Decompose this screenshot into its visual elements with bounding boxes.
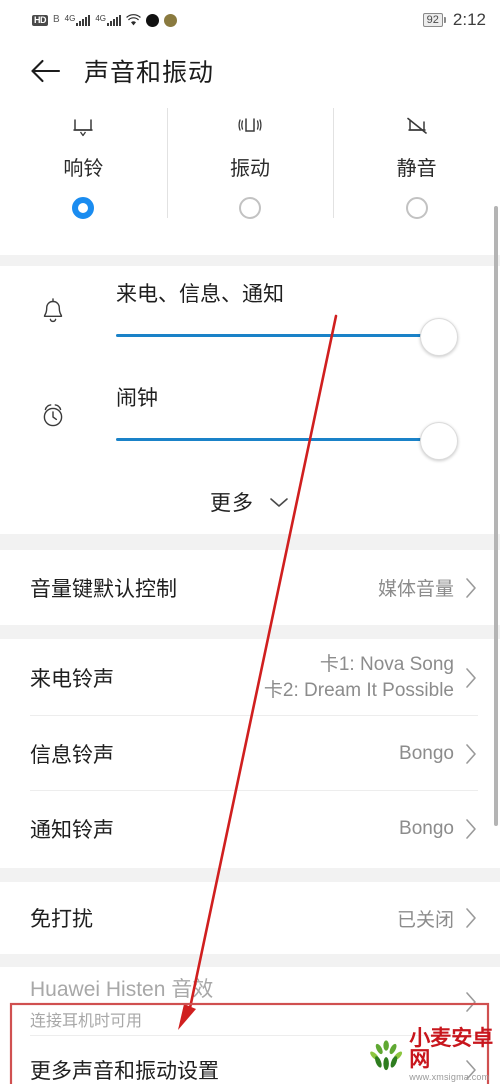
sim1-network-label: 4G (64, 13, 76, 23)
row-call-ringtone[interactable]: 来电铃声 卡1: Nova Song 卡2: Dream It Possible (0, 639, 500, 716)
app-icon (146, 13, 160, 27)
mode-radio-silent[interactable] (405, 197, 428, 219)
slider-label-alarm: 闹钟 (116, 387, 158, 410)
row-volume-key-control[interactable]: 音量键默认控制 媒体音量 (0, 550, 500, 625)
mode-label-silent: 静音 (396, 158, 437, 180)
phone-screen: HD B 4G 4G 92 2:12 声音和振动 响铃 振动 静音 来电、信息、… (0, 0, 500, 1084)
row-value-sim2: 卡2: Dream It Possible (263, 679, 454, 701)
watermark-url: www.xmsigma.com (409, 1072, 490, 1082)
row-subtitle: 连接耳机时可用 (30, 1012, 143, 1030)
chevron-right-icon (466, 991, 476, 1012)
row-value: Bongo (399, 817, 454, 839)
list-group-volume-key: 音量键默认控制 媒体音量 (0, 550, 500, 625)
watermark-text: 小麦安卓网 www.xmsigma.com (409, 1028, 500, 1082)
slider-knob-alarm[interactable] (420, 422, 458, 460)
slider-knob-ringtone[interactable] (420, 318, 458, 356)
mode-option-vibrate[interactable]: 振动 (166, 104, 334, 229)
row-value: 已关闭 (396, 909, 454, 931)
chevron-right-icon (466, 667, 476, 688)
app-icon-2 (164, 13, 178, 27)
slider-row-ringtone: 来电、信息、通知 (0, 266, 500, 370)
row-do-not-disturb[interactable]: 免打扰 已关闭 (0, 882, 500, 954)
chevron-down-icon (270, 498, 288, 507)
sim2-bars (107, 14, 122, 26)
mode-radio-vibrate[interactable] (239, 197, 261, 219)
mode-option-silent[interactable]: 静音 (333, 104, 500, 229)
wifi-icon (126, 14, 141, 26)
status-bar-right: 92 2:12 (422, 10, 486, 30)
section-divider-5 (0, 954, 500, 967)
row-title: 通知铃声 (30, 818, 114, 842)
row-value: Bongo (399, 742, 454, 764)
back-button[interactable] (28, 54, 62, 88)
bell-muted-icon (402, 110, 432, 144)
section-divider-3 (0, 625, 500, 639)
row-value: 卡1: Nova Song 卡2: Dream It Possible (264, 652, 454, 703)
volume-sliders-card: 来电、信息、通知 闹钟 更多 (0, 266, 500, 534)
signal-sim2-icon: 4G (95, 13, 122, 26)
hd-icon: HD (32, 14, 48, 26)
row-message-ringtone[interactable]: 信息铃声 Bongo (0, 716, 500, 791)
bell-icon (68, 110, 98, 144)
status-bar-clock: 2:12 (452, 10, 486, 29)
back-arrow-icon (31, 59, 61, 83)
sim2-network-label: 4G (95, 13, 107, 23)
chevron-right-icon (466, 818, 476, 839)
section-divider-1 (0, 255, 500, 266)
slider-label-ringtone: 来电、信息、通知 (116, 283, 284, 306)
wheat-logo-icon (370, 1040, 403, 1071)
sim1-bars (76, 14, 91, 26)
more-expander[interactable]: 更多 (0, 474, 500, 530)
slider-row-alarm: 闹钟 (0, 370, 500, 474)
section-divider-4 (0, 868, 500, 882)
vibrate-icon (235, 110, 265, 144)
mode-label-vibrate: 振动 (230, 158, 270, 180)
watermark: 小麦安卓网 www.xmsigma.com (368, 1028, 500, 1082)
battery-cap (443, 17, 446, 23)
alarm-clock-icon (33, 396, 73, 436)
section-divider-2 (0, 534, 500, 550)
more-label: 更多 (210, 492, 254, 515)
signal-sim1-icon: 4G (64, 13, 91, 26)
mode-label-ring: 响铃 (63, 158, 104, 180)
list-group-ringtones: 来电铃声 卡1: Nova Song 卡2: Dream It Possible… (0, 639, 500, 866)
row-value: 媒体音量 (377, 579, 454, 600)
sound-mode-selector: 响铃 振动 静音 (0, 104, 500, 229)
row-title: Huawei Histen 音效 (30, 977, 214, 1001)
status-bar-left-icons: HD B 4G 4G (32, 13, 178, 27)
page-title: 声音和振动 (84, 59, 215, 87)
status-bar: HD B 4G 4G 92 2:12 (0, 0, 500, 40)
bell-icon (33, 292, 73, 332)
list-group-dnd: 免打扰 已关闭 (0, 882, 500, 954)
row-title: 更多声音和振动设置 (30, 1060, 219, 1083)
mode-option-ring[interactable]: 响铃 (0, 104, 167, 229)
battery-level: 92 (422, 13, 443, 27)
row-text-stack: Huawei Histen 音效 连接耳机时可用 (30, 973, 213, 1031)
watermark-site-name: 小麦安卓网 (409, 1027, 494, 1071)
page-header: 声音和振动 (0, 40, 500, 102)
row-notification-ringtone[interactable]: 通知铃声 Bongo (0, 791, 500, 866)
row-huawei-histen[interactable]: Huawei Histen 音效 连接耳机时可用 (0, 967, 500, 1036)
row-title: 来电铃声 (30, 667, 114, 691)
chevron-right-icon (466, 908, 476, 928)
row-title: 音量键默认控制 (30, 577, 177, 601)
vertical-scrollbar[interactable] (494, 206, 498, 826)
slider-track-alarm[interactable] (116, 438, 456, 441)
bluetooth-icon: B (53, 14, 60, 25)
row-title: 免打扰 (30, 908, 93, 931)
chevron-right-icon (466, 743, 476, 764)
row-value-sim1: 卡1: Nova Song (319, 653, 454, 675)
slider-track-ringtone[interactable] (116, 334, 456, 337)
row-title: 信息铃声 (30, 743, 114, 767)
chevron-right-icon (466, 577, 476, 598)
battery-icon: 92 (422, 13, 446, 27)
mode-radio-ring[interactable] (72, 197, 95, 219)
